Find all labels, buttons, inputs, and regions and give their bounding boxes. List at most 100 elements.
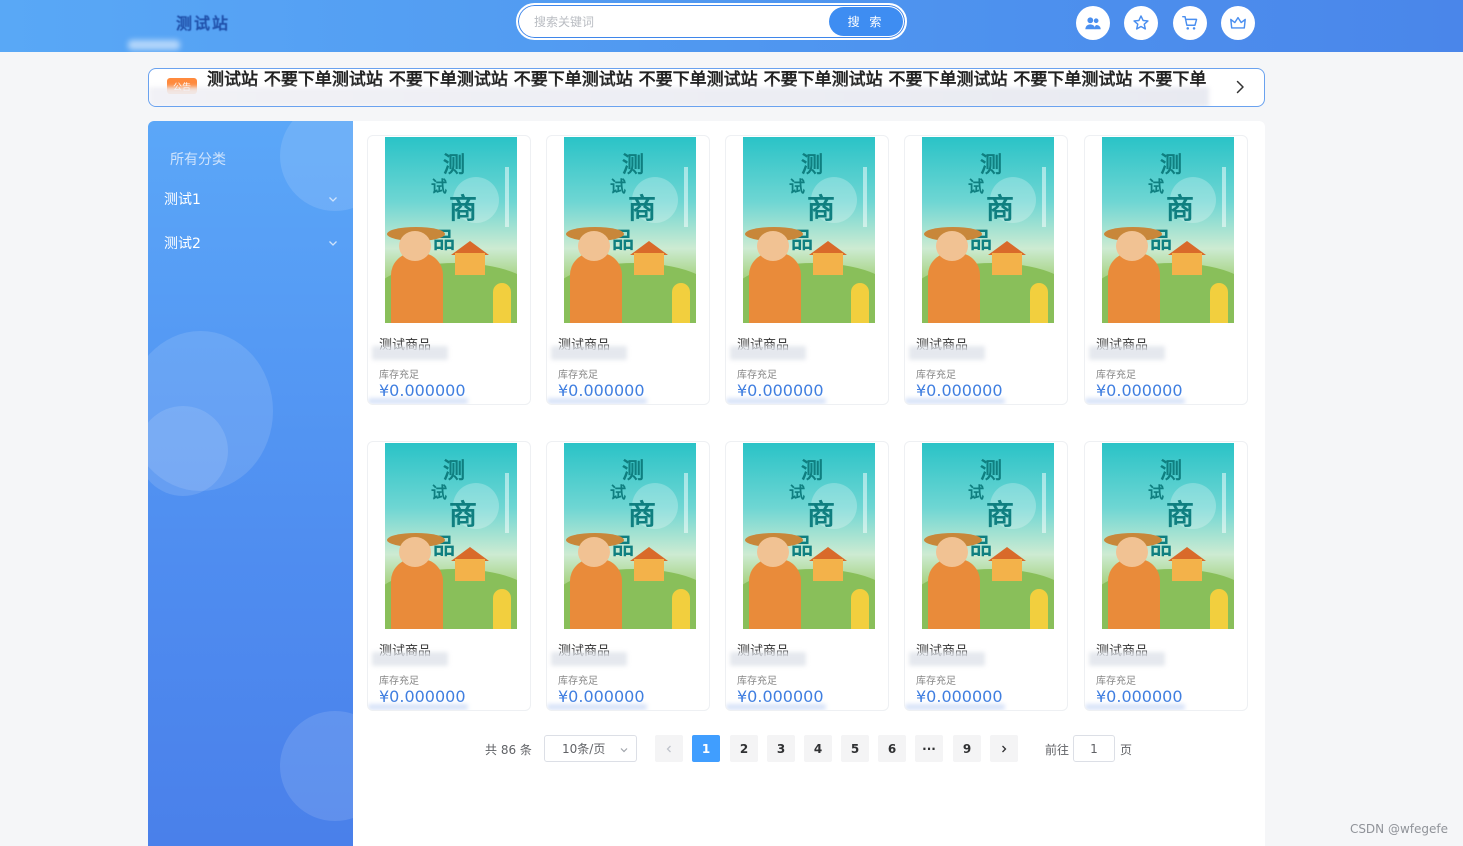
product-image[interactable]: 测试商品 <box>564 443 696 629</box>
poster-wheat <box>851 283 869 323</box>
notice-bar[interactable]: 公告 测试站 不要下单测试站 不要下单测试站 不要下单测试站 不要下单测试站 不… <box>148 68 1265 107</box>
product-card[interactable]: 测试商品测试商品库存充足¥0.000000 <box>367 135 531 405</box>
poster-char: 商 <box>986 192 1015 225</box>
product-card[interactable]: 测试商品测试商品库存充足¥0.000000 <box>725 135 889 405</box>
prev-page-button[interactable] <box>655 735 683 762</box>
user-group-button[interactable] <box>1076 6 1110 40</box>
chevron-left-icon <box>666 745 671 752</box>
poster-head <box>757 231 789 261</box>
page-number-button[interactable]: 9 <box>953 735 981 762</box>
page-number-button[interactable]: 3 <box>767 735 795 762</box>
poster-head <box>578 231 610 261</box>
product-image[interactable]: 测试商品 <box>743 137 875 323</box>
poster-house <box>634 253 664 275</box>
blur-mask <box>726 704 826 710</box>
goto-label: 前往 <box>1045 743 1070 757</box>
chevron-right-icon <box>1002 745 1007 752</box>
blur-mask <box>1089 346 1165 360</box>
poster-char: 商 <box>628 192 657 225</box>
chevron-down-icon <box>620 748 628 753</box>
favorites-button[interactable] <box>1124 6 1158 40</box>
product-card[interactable]: 测试商品测试商品库存充足¥0.000000 <box>546 135 710 405</box>
search-button[interactable]: 搜 索 <box>829 7 903 36</box>
product-stock: 库存充足 <box>916 676 956 687</box>
product-stock: 库存充足 <box>1096 676 1136 687</box>
product-image[interactable]: 测试商品 <box>922 443 1054 629</box>
search-input[interactable] <box>534 5 824 38</box>
poster-char: 试 <box>968 483 985 502</box>
product-card[interactable]: 测试商品测试商品库存充足¥0.000000 <box>904 135 1068 405</box>
product-image[interactable]: 测试商品 <box>1102 137 1234 323</box>
blur-mask <box>909 346 985 360</box>
product-stock: 库存充足 <box>379 370 419 381</box>
blur-mask <box>730 346 806 360</box>
poster-head <box>1116 537 1148 567</box>
product-stock: 库存充足 <box>737 370 777 381</box>
poster-head <box>1116 231 1148 261</box>
poster-house <box>1172 559 1202 581</box>
poster-wheat <box>672 589 690 629</box>
poster-decor <box>863 473 867 533</box>
sidebar-item-label: 测试2 <box>164 236 201 252</box>
page-number-button[interactable]: 6 <box>878 735 906 762</box>
blur-mask <box>905 398 1005 404</box>
product-stock: 库存充足 <box>558 676 598 687</box>
site-logo[interactable]: 测试站 <box>176 10 258 34</box>
poster-char: 商 <box>807 192 836 225</box>
page-size-select[interactable]: 10条/页 <box>544 735 637 762</box>
sidebar-item-test1[interactable]: 测试1 <box>164 184 339 214</box>
blur-mask <box>1089 652 1165 666</box>
poster-house <box>992 253 1022 275</box>
goto-page-input[interactable] <box>1073 735 1115 762</box>
blur-mask <box>726 398 826 404</box>
goto-suffix: 页 <box>1120 743 1133 757</box>
vip-button[interactable] <box>1221 6 1255 40</box>
poster-decor <box>1042 473 1046 533</box>
product-card[interactable]: 测试商品测试商品库存充足¥0.000000 <box>1084 441 1248 711</box>
product-card[interactable]: 测试商品测试商品库存充足¥0.000000 <box>546 441 710 711</box>
poster-wheat <box>1210 283 1228 323</box>
chevron-down-icon <box>329 197 337 202</box>
page-number-button[interactable]: 4 <box>804 735 832 762</box>
blur-mask <box>551 652 627 666</box>
blur-mask <box>1085 398 1185 404</box>
poster-char: 试 <box>1148 177 1165 196</box>
page-ellipsis-button[interactable]: ··· <box>915 735 943 762</box>
product-card[interactable]: 测试商品测试商品库存充足¥0.000000 <box>367 441 531 711</box>
product-image[interactable]: 测试商品 <box>922 137 1054 323</box>
chevron-right-icon[interactable] <box>1232 79 1248 95</box>
product-image[interactable]: 测试商品 <box>743 443 875 629</box>
poster-char: 试 <box>431 483 448 502</box>
poster-char: 试 <box>789 483 806 502</box>
blur-mask <box>730 652 806 666</box>
page-size-value: 10条/页 <box>562 742 606 756</box>
poster-decor <box>1222 167 1226 227</box>
watermark: CSDN @wfegefe <box>1349 822 1448 836</box>
poster-char: 商 <box>628 498 657 531</box>
poster-head <box>936 231 968 261</box>
page-number-button[interactable]: 5 <box>841 735 869 762</box>
poster-char: 商 <box>1166 498 1195 531</box>
notice-blur-mask <box>149 87 1209 106</box>
product-image[interactable]: 测试商品 <box>1102 443 1234 629</box>
poster-char: 商 <box>449 498 478 531</box>
sidebar-item-test2[interactable]: 测试2 <box>164 228 339 258</box>
blur-mask <box>905 704 1005 710</box>
poster-farmer <box>570 253 622 323</box>
product-card[interactable]: 测试商品测试商品库存充足¥0.000000 <box>725 441 889 711</box>
poster-head <box>399 231 431 261</box>
next-page-button[interactable] <box>990 735 1018 762</box>
poster-char: 商 <box>449 192 478 225</box>
page-number-button[interactable]: 1 <box>692 735 720 762</box>
product-image[interactable]: 测试商品 <box>564 137 696 323</box>
product-card[interactable]: 测试商品测试商品库存充足¥0.000000 <box>1084 135 1248 405</box>
poster-decor <box>505 167 509 227</box>
poster-decor <box>505 473 509 533</box>
cart-icon <box>1182 15 1198 30</box>
page-number-button[interactable]: 2 <box>730 735 758 762</box>
product-image[interactable]: 测试商品 <box>385 137 517 323</box>
product-card[interactable]: 测试商品测试商品库存充足¥0.000000 <box>904 441 1068 711</box>
cart-button[interactable] <box>1173 6 1207 40</box>
product-image[interactable]: 测试商品 <box>385 443 517 629</box>
poster-wheat <box>672 283 690 323</box>
